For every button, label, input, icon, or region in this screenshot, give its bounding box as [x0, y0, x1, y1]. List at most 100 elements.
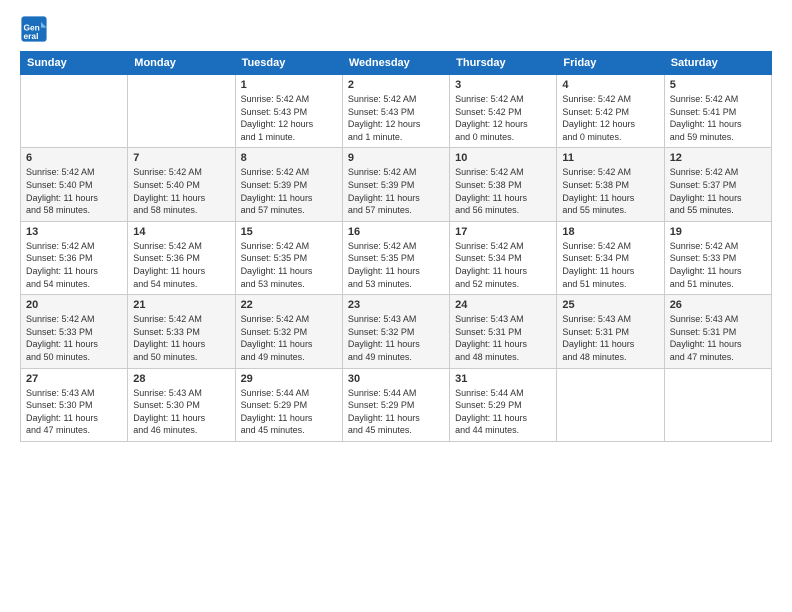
logo: Gen eral	[20, 15, 52, 43]
day-number: 3	[455, 79, 551, 91]
day-info: Sunrise: 5:44 AM Sunset: 5:29 PM Dayligh…	[348, 387, 444, 437]
day-cell: 22 Sunrise: 5:42 AM Sunset: 5:32 PM Dayli…	[235, 295, 342, 368]
week-row-0: 1 Sunrise: 5:42 AM Sunset: 5:43 PM Daylig…	[21, 75, 772, 148]
day-cell: 12 Sunrise: 5:42 AM Sunset: 5:37 PM Dayli…	[664, 148, 771, 221]
day-number: 6	[26, 152, 122, 164]
day-info: Sunrise: 5:42 AM Sunset: 5:34 PM Dayligh…	[455, 240, 551, 290]
day-number: 2	[348, 79, 444, 91]
day-number: 18	[562, 226, 658, 238]
day-cell: 14Sunrise: 5:42 AM Sunset: 5:36 PM Dayli…	[128, 221, 235, 294]
day-cell: 21 Sunrise: 5:42 AM Sunset: 5:33 PM Dayli…	[128, 295, 235, 368]
day-cell: 2 Sunrise: 5:42 AM Sunset: 5:43 PM Daylig…	[342, 75, 449, 148]
weekday-wednesday: Wednesday	[342, 52, 449, 75]
day-info: Sunrise: 5:43 AM Sunset: 5:31 PM Dayligh…	[670, 313, 766, 363]
day-info: Sunrise: 5:43 AM Sunset: 5:31 PM Dayligh…	[455, 313, 551, 363]
day-number: 27	[26, 373, 122, 385]
day-cell: 1Sunrise: 5:42 AM Sunset: 5:43 PM Daylig…	[235, 75, 342, 148]
weekday-sunday: Sunday	[21, 52, 128, 75]
day-number: 19	[670, 226, 766, 238]
day-info: Sunrise: 5:42 AM Sunset: 5:39 PM Dayligh…	[348, 166, 444, 216]
day-info: Sunrise: 5:42 AM Sunset: 5:41 PM Dayligh…	[670, 93, 766, 143]
day-number: 14	[133, 226, 229, 238]
week-row-3: 20Sunrise: 5:42 AM Sunset: 5:33 PM Dayli…	[21, 295, 772, 368]
page-container: Gen eral SundayMondayTuesdayWednesdayThu…	[0, 0, 792, 452]
day-cell: 30 Sunrise: 5:44 AM Sunset: 5:29 PM Dayli…	[342, 368, 449, 441]
day-info: Sunrise: 5:42 AM Sunset: 5:38 PM Dayligh…	[455, 166, 551, 216]
day-cell: 26 Sunrise: 5:43 AM Sunset: 5:31 PM Dayli…	[664, 295, 771, 368]
day-info: Sunrise: 5:42 AM Sunset: 5:38 PM Dayligh…	[562, 166, 658, 216]
day-number: 22	[241, 299, 337, 311]
week-row-4: 27 Sunrise: 5:43 AM Sunset: 5:30 PM Dayli…	[21, 368, 772, 441]
day-cell	[128, 75, 235, 148]
day-cell	[557, 368, 664, 441]
day-info: Sunrise: 5:42 AM Sunset: 5:42 PM Dayligh…	[455, 93, 551, 143]
day-cell: 8 Sunrise: 5:42 AM Sunset: 5:39 PM Daylig…	[235, 148, 342, 221]
day-cell: 11 Sunrise: 5:42 AM Sunset: 5:38 PM Dayli…	[557, 148, 664, 221]
day-cell: 28Sunrise: 5:43 AM Sunset: 5:30 PM Dayli…	[128, 368, 235, 441]
day-number: 15	[241, 226, 337, 238]
day-cell: 25 Sunrise: 5:43 AM Sunset: 5:31 PM Dayli…	[557, 295, 664, 368]
day-info: Sunrise: 5:43 AM Sunset: 5:30 PM Dayligh…	[26, 387, 122, 437]
day-number: 17	[455, 226, 551, 238]
day-number: 11	[562, 152, 658, 164]
day-cell: 10 Sunrise: 5:42 AM Sunset: 5:38 PM Dayli…	[450, 148, 557, 221]
day-number: 16	[348, 226, 444, 238]
day-info: Sunrise: 5:42 AM Sunset: 5:33 PM Dayligh…	[670, 240, 766, 290]
day-number: 31	[455, 373, 551, 385]
day-cell: 16Sunrise: 5:42 AM Sunset: 5:35 PM Dayli…	[342, 221, 449, 294]
day-number: 7	[133, 152, 229, 164]
day-cell	[664, 368, 771, 441]
day-number: 12	[670, 152, 766, 164]
day-cell: 13 Sunrise: 5:42 AM Sunset: 5:36 PM Dayli…	[21, 221, 128, 294]
day-cell	[21, 75, 128, 148]
svg-text:eral: eral	[24, 31, 39, 41]
day-info: Sunrise: 5:42 AM Sunset: 5:32 PM Dayligh…	[241, 313, 337, 363]
day-number: 13	[26, 226, 122, 238]
day-info: Sunrise: 5:42 AM Sunset: 5:37 PM Dayligh…	[670, 166, 766, 216]
day-info: Sunrise: 5:44 AM Sunset: 5:29 PM Dayligh…	[455, 387, 551, 437]
day-number: 26	[670, 299, 766, 311]
day-info: Sunrise: 5:42 AM Sunset: 5:43 PM Dayligh…	[348, 93, 444, 143]
day-cell: 24Sunrise: 5:43 AM Sunset: 5:31 PM Dayli…	[450, 295, 557, 368]
day-number: 25	[562, 299, 658, 311]
day-cell: 6Sunrise: 5:42 AM Sunset: 5:40 PM Daylig…	[21, 148, 128, 221]
day-number: 29	[241, 373, 337, 385]
week-row-2: 13 Sunrise: 5:42 AM Sunset: 5:36 PM Dayli…	[21, 221, 772, 294]
day-cell: 7 Sunrise: 5:42 AM Sunset: 5:40 PM Daylig…	[128, 148, 235, 221]
day-info: Sunrise: 5:42 AM Sunset: 5:34 PM Dayligh…	[562, 240, 658, 290]
day-cell: 20Sunrise: 5:42 AM Sunset: 5:33 PM Dayli…	[21, 295, 128, 368]
day-number: 1	[241, 79, 337, 91]
week-row-1: 6 Sunrise: 5:42 AM Sunset: 5:40 PM Daylig…	[21, 148, 772, 221]
day-cell: 3 Sunrise: 5:42 AM Sunset: 5:42 PM Daylig…	[450, 75, 557, 148]
day-number: 21	[133, 299, 229, 311]
day-info: Sunrise: 5:42 AM Sunset: 5:33 PM Dayligh…	[133, 313, 229, 363]
day-info: Sunrise: 5:42 AM Sunset: 5:35 PM Dayligh…	[241, 240, 337, 290]
weekday-monday: Monday	[128, 52, 235, 75]
day-number: 9	[348, 152, 444, 164]
day-cell: 4 Sunrise: 5:42 AM Sunset: 5:42 PM Daylig…	[557, 75, 664, 148]
weekday-saturday: Saturday	[664, 52, 771, 75]
calendar-table: SundayMondayTuesdayWednesdayThursdayFrid…	[20, 51, 772, 442]
day-cell: 31 Sunrise: 5:44 AM Sunset: 5:29 PM Dayli…	[450, 368, 557, 441]
day-number: 4	[562, 79, 658, 91]
day-info: Sunrise: 5:42 AM Sunset: 5:36 PM Dayligh…	[26, 240, 122, 290]
day-info: Sunrise: 5:43 AM Sunset: 5:32 PM Dayligh…	[348, 313, 444, 363]
day-info: Sunrise: 5:43 AM Sunset: 5:31 PM Dayligh…	[562, 313, 658, 363]
day-info: Sunrise: 5:43 AM Sunset: 5:30 PM Dayligh…	[133, 387, 229, 437]
weekday-tuesday: Tuesday	[235, 52, 342, 75]
weekday-thursday: Thursday	[450, 52, 557, 75]
day-number: 10	[455, 152, 551, 164]
day-info: Sunrise: 5:42 AM Sunset: 5:39 PM Dayligh…	[241, 166, 337, 216]
day-number: 30	[348, 373, 444, 385]
header: Gen eral	[20, 15, 772, 43]
day-cell: 17 Sunrise: 5:42 AM Sunset: 5:34 PM Dayli…	[450, 221, 557, 294]
logo-icon: Gen eral	[20, 15, 48, 43]
day-number: 5	[670, 79, 766, 91]
day-info: Sunrise: 5:42 AM Sunset: 5:42 PM Dayligh…	[562, 93, 658, 143]
day-number: 8	[241, 152, 337, 164]
day-cell: 29Sunrise: 5:44 AM Sunset: 5:29 PM Dayli…	[235, 368, 342, 441]
day-cell: 15 Sunrise: 5:42 AM Sunset: 5:35 PM Dayli…	[235, 221, 342, 294]
day-info: Sunrise: 5:42 AM Sunset: 5:40 PM Dayligh…	[133, 166, 229, 216]
day-cell: 27 Sunrise: 5:43 AM Sunset: 5:30 PM Dayli…	[21, 368, 128, 441]
day-cell: 5 Sunrise: 5:42 AM Sunset: 5:41 PM Daylig…	[664, 75, 771, 148]
